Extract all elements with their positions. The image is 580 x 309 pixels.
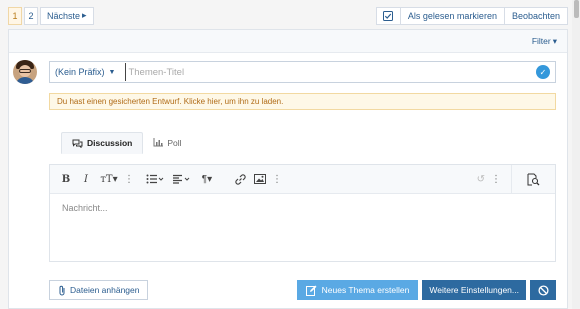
title-row: (Kein Präfix) ▼ ✓	[49, 61, 556, 83]
checkbox-icon	[383, 10, 394, 21]
toolbar-right: ↺ ⋮	[477, 165, 555, 194]
ban-icon	[537, 284, 549, 296]
chevron-right-icon: ▸	[82, 10, 87, 20]
bold-icon: B	[61, 173, 71, 185]
caret-down-icon: ▾	[552, 35, 557, 46]
page-button-2[interactable]: 2	[24, 6, 38, 25]
tab-discussion-label: Discussion	[87, 138, 133, 148]
tab-discussion[interactable]: Discussion	[61, 132, 144, 154]
message-editor: B I тT▾ ⋮ ¶▾ ⋮ ↺ ⋮ Nachricht...	[49, 164, 556, 262]
top-row: 1 2 Nächste ▸ Als gelesen markieren Beob…	[8, 6, 568, 25]
more-options-button[interactable]: Weitere Einstellungen...	[422, 280, 526, 300]
italic-icon: I	[84, 173, 88, 185]
composer-tabs: Discussion Poll	[61, 132, 192, 154]
text-size-button[interactable]: тT▾	[98, 171, 120, 187]
thread-composer-panel: Filter ▾ (Kein Präfix) ▼ ✓ Du hast einen…	[8, 29, 568, 309]
link-button[interactable]	[232, 171, 248, 187]
mark-read-button[interactable]: Als gelesen markieren	[400, 6, 505, 25]
cancel-button[interactable]	[530, 280, 556, 300]
thread-actions: Als gelesen markieren Beobachten	[375, 6, 568, 25]
image-icon	[254, 174, 266, 184]
next-page-label: Nächste	[47, 10, 81, 21]
avatar	[13, 60, 37, 84]
prefix-label: (Kein Präfix)	[55, 67, 105, 77]
message-textarea[interactable]: Nachricht...	[50, 194, 555, 222]
prefix-select[interactable]: (Kein Präfix) ▼	[50, 67, 115, 77]
align-button[interactable]	[170, 171, 192, 187]
more-icon[interactable]: ⋮	[491, 174, 501, 185]
filter-label: Filter	[531, 36, 551, 46]
watch-button[interactable]: Beobachten	[504, 6, 568, 25]
check-circle-icon: ✓	[536, 65, 550, 79]
create-thread-button[interactable]: Neues Thema erstellen	[296, 280, 419, 300]
create-thread-label: Neues Thema erstellen	[321, 285, 410, 295]
scrollbar-thumb[interactable]	[574, 0, 579, 18]
more-icon[interactable]: ⋮	[124, 174, 134, 185]
undo-icon[interactable]: ↺	[477, 174, 485, 185]
comments-icon	[72, 139, 83, 148]
paragraph-icon: ¶▾	[201, 173, 213, 185]
tab-poll-label: Poll	[167, 137, 182, 148]
editor-toolbar: B I тT▾ ⋮ ¶▾ ⋮ ↺ ⋮	[50, 165, 555, 194]
draft-notice[interactable]: Du hast einen gesicherten Entwurf. Klick…	[49, 93, 556, 110]
italic-button[interactable]: I	[78, 171, 94, 187]
paragraph-button[interactable]: ¶▾	[196, 171, 218, 187]
link-icon	[234, 173, 246, 185]
list-button[interactable]	[144, 171, 166, 187]
submit-actions: Neues Thema erstellen Weitere Einstellun…	[296, 280, 556, 300]
more-icon[interactable]: ⋮	[272, 174, 282, 185]
filter-bar: Filter ▾	[9, 30, 567, 53]
next-page-button[interactable]: Nächste ▸	[40, 6, 94, 25]
paperclip-icon	[59, 285, 65, 295]
select-all-button[interactable]	[375, 6, 401, 25]
caret-down-icon: ▼	[108, 68, 116, 76]
preview-button[interactable]	[511, 165, 555, 194]
bold-button[interactable]: B	[58, 171, 74, 187]
edit-icon	[305, 285, 317, 296]
tab-poll[interactable]: Poll	[143, 132, 191, 153]
page-scrollbar[interactable]	[572, 0, 580, 309]
bar-chart-icon	[153, 138, 164, 147]
text-size-icon: тT▾	[100, 173, 118, 185]
image-button[interactable]	[252, 171, 268, 187]
thread-title-input[interactable]	[125, 63, 536, 81]
filter-menu-button[interactable]: Filter ▾	[532, 36, 557, 47]
pagination: 1 2 Nächste ▸	[8, 6, 94, 25]
align-icon	[173, 174, 190, 184]
attach-files-label: Dateien anhängen	[70, 285, 140, 295]
attach-files-button[interactable]: Dateien anhängen	[49, 280, 149, 300]
preview-icon	[527, 173, 540, 186]
list-icon	[146, 174, 164, 184]
composer-actions: Dateien anhängen Neues Thema erstellen W…	[49, 280, 556, 300]
page-button-1[interactable]: 1	[8, 6, 22, 25]
